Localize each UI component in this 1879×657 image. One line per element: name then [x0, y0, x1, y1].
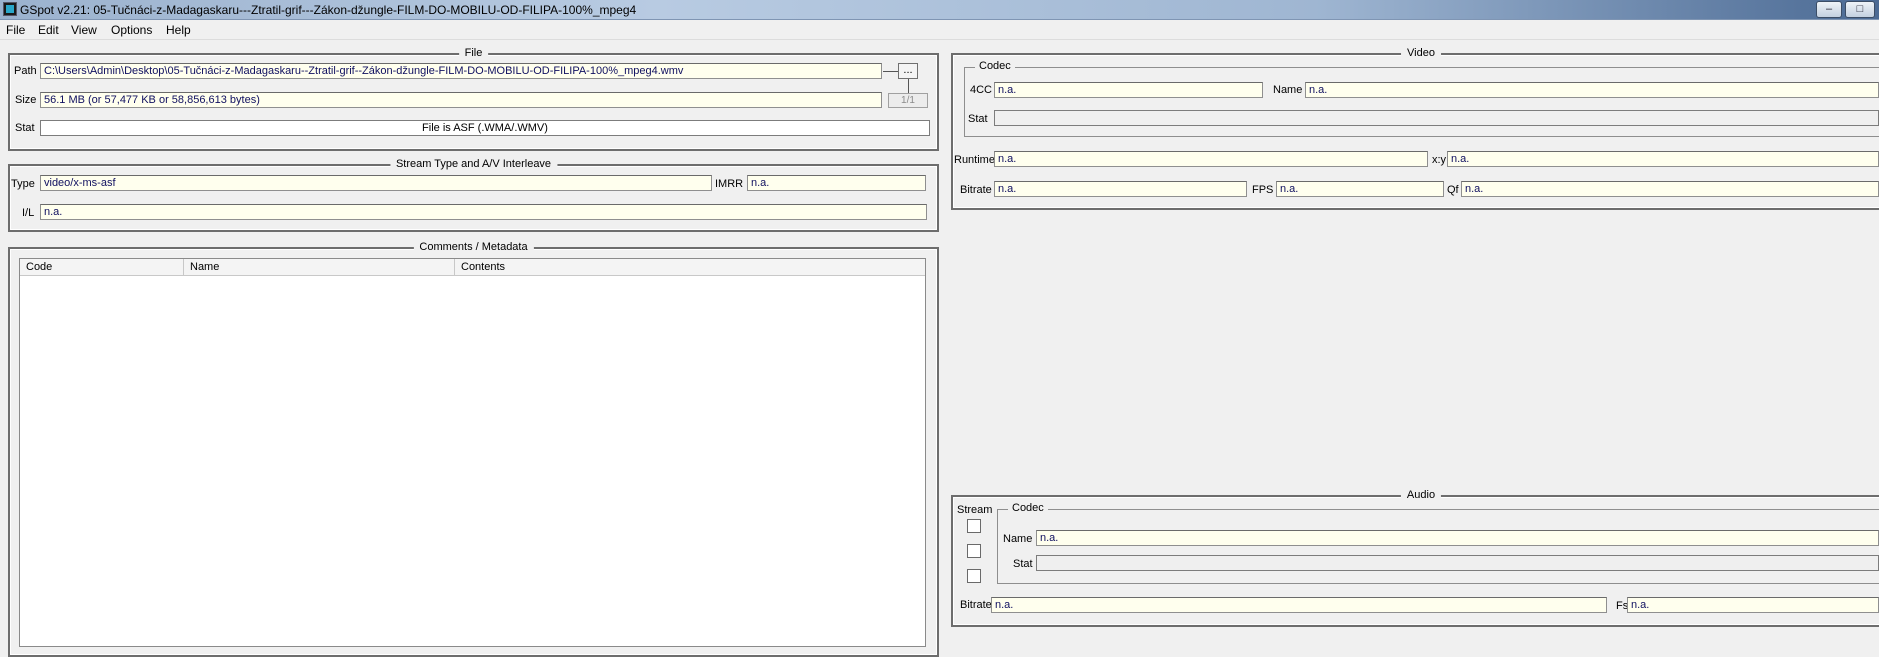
menu-edit[interactable]: Edit — [38, 23, 59, 37]
window-title: GSpot v2.21: 05-Tučnáci-z-Madagaskaru---… — [20, 3, 637, 17]
audio-bitrate-field[interactable]: n.a. — [991, 597, 1607, 613]
app-icon — [3, 2, 17, 16]
video-codec-group: Codec — [964, 60, 1879, 137]
menu-view[interactable]: View — [71, 23, 97, 37]
video-stat — [994, 110, 1879, 126]
column-name[interactable]: Name — [184, 259, 455, 276]
audio-stat-label: Stat — [1013, 558, 1033, 570]
audio-stream-checkbox-2[interactable] — [967, 544, 981, 558]
runtime-label: Runtime — [954, 154, 995, 166]
runtime-field[interactable]: n.a. — [994, 151, 1428, 167]
file-stat: File is ASF (.WMA/.WMV) — [40, 120, 930, 136]
comments-legend: Comments / Metadata — [413, 241, 534, 253]
menu-options[interactable]: Options — [111, 23, 152, 37]
audio-stream-checkbox-1[interactable] — [967, 519, 981, 533]
audio-name-field[interactable]: n.a. — [1036, 530, 1879, 546]
audio-stream-label: Stream — [957, 504, 993, 516]
audio-codec-group: Codec — [997, 502, 1879, 584]
column-contents[interactable]: Contents — [455, 259, 925, 276]
file-counter: 1/1 — [888, 93, 928, 108]
size-label: Size — [15, 94, 37, 106]
stat-label: Stat — [15, 122, 35, 134]
file-legend: File — [458, 47, 489, 59]
type-field[interactable]: video/x-ms-asf — [40, 175, 712, 191]
qf-field[interactable]: n.a. — [1461, 181, 1879, 197]
video-name-label: Name — [1273, 84, 1303, 96]
menu-bar: File Edit View Options Help — [0, 20, 1879, 40]
audio-stat — [1036, 555, 1879, 571]
browse-button[interactable]: ... — [898, 63, 918, 79]
counter-connector — [908, 79, 909, 93]
menu-file[interactable]: File — [6, 23, 25, 37]
fps-field[interactable]: n.a. — [1276, 181, 1444, 197]
imrr-label: IMRR — [715, 178, 744, 190]
audio-legend: Audio — [1400, 489, 1442, 501]
audio-name-label: Name — [1003, 533, 1033, 545]
type-label: Type — [11, 178, 35, 190]
comments-table[interactable]: Code Name Contents — [19, 258, 926, 647]
xy-label: x:y — [1432, 154, 1447, 166]
fourcc-field[interactable]: n.a. — [994, 82, 1263, 98]
fps-label: FPS — [1252, 184, 1274, 196]
video-name-field[interactable]: n.a. — [1305, 82, 1879, 98]
fourcc-label: 4CC — [970, 84, 993, 96]
video-bitrate-label: Bitrate — [960, 184, 992, 196]
audio-codec-legend: Codec — [1008, 502, 1048, 514]
xy-field[interactable]: n.a. — [1447, 151, 1879, 167]
audio-stream-checkbox-3[interactable] — [967, 569, 981, 583]
imrr-field[interactable]: n.a. — [747, 175, 926, 191]
video-codec-legend: Codec — [975, 60, 1015, 72]
title-bar: GSpot v2.21: 05-Tučnáci-z-Madagaskaru---… — [0, 0, 1879, 20]
audio-bitrate-label: Bitrate — [960, 599, 992, 611]
video-stat-label: Stat — [968, 113, 988, 125]
qf-label: Qf — [1447, 184, 1459, 196]
fs-field[interactable]: n.a. — [1627, 597, 1879, 613]
menu-help[interactable]: Help — [166, 23, 191, 37]
maximize-button[interactable]: □ — [1845, 1, 1875, 18]
video-legend: Video — [1401, 47, 1441, 59]
column-code[interactable]: Code — [20, 259, 184, 276]
path-field[interactable]: C:\Users\Admin\Desktop\05-Tučnáci-z-Mada… — [40, 63, 882, 79]
stream-legend: Stream Type and A/V Interleave — [389, 158, 558, 170]
path-label: Path — [14, 65, 37, 77]
size-field[interactable]: 56.1 MB (or 57,477 KB or 58,856,613 byte… — [40, 92, 882, 108]
video-bitrate-field[interactable]: n.a. — [994, 181, 1247, 197]
il-field[interactable]: n.a. — [40, 204, 927, 220]
il-label: I/L — [22, 207, 35, 219]
path-connector — [883, 71, 898, 72]
minimize-button[interactable]: – — [1816, 1, 1842, 18]
